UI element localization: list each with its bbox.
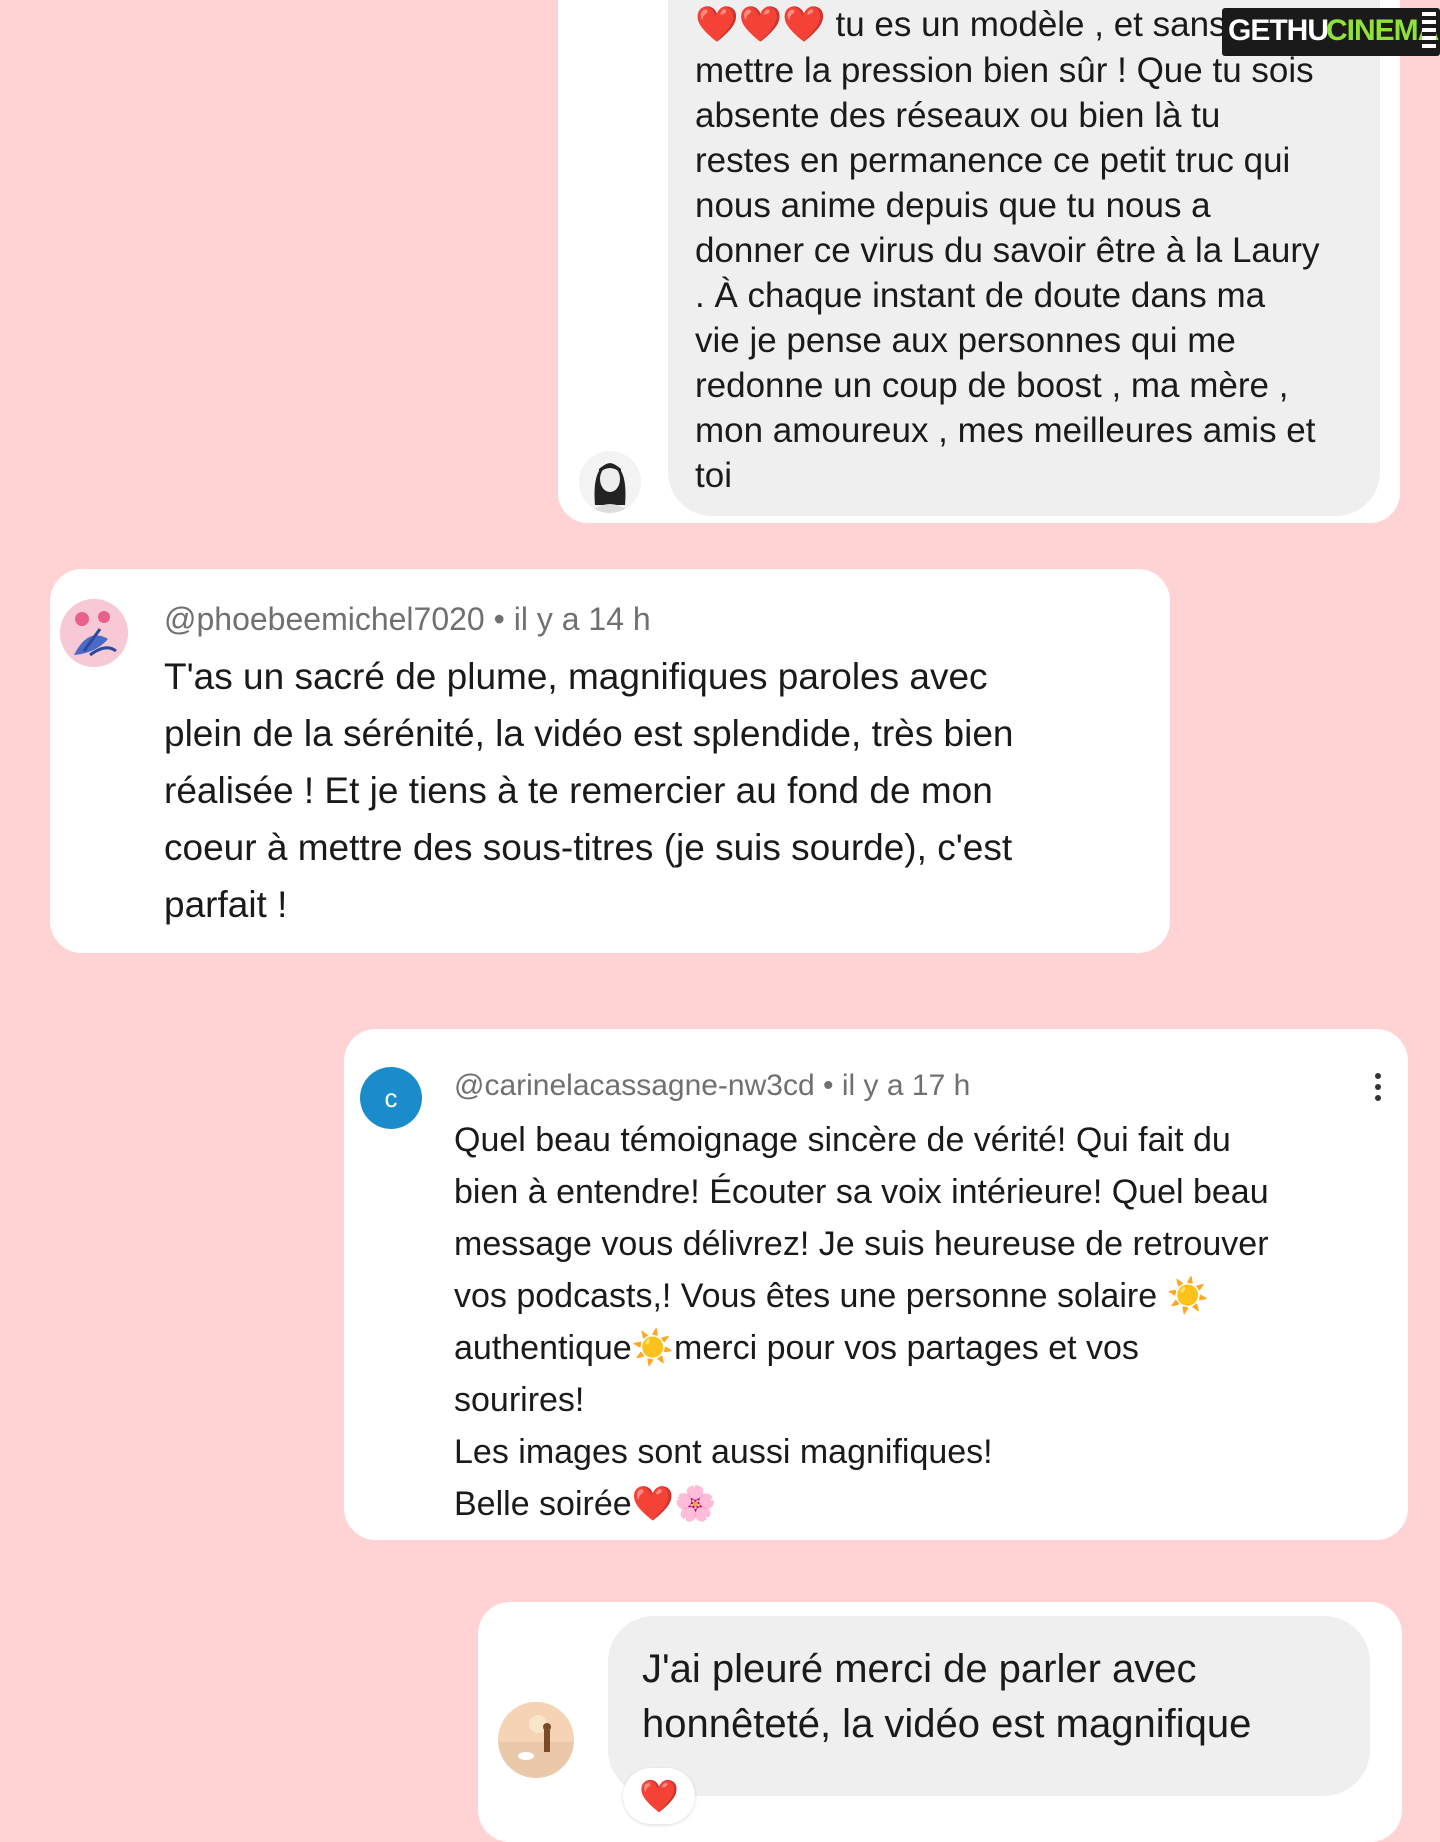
timestamp: il y a 17 h (841, 1069, 971, 1102)
flower-art-icon (60, 599, 128, 667)
comment-meta: @carinelacassagne-nw3cd • il y a 17 h (454, 1069, 970, 1103)
avatar[interactable] (60, 599, 128, 667)
comment-text: ❤️❤️❤️ tu es un modèle , et sans mettre … (695, 2, 1375, 498)
meta-separator: • (493, 601, 505, 637)
heart-reaction-badge[interactable]: ❤️ (623, 1768, 695, 1824)
watermark-text-1: GETHU (1228, 14, 1329, 47)
comment-card-1: ❤️❤️❤️ tu es un modèle , et sans mettre … (558, 0, 1400, 523)
heart-reaction: ❤️❤️❤️ (695, 5, 826, 45)
avatar[interactable] (498, 1702, 574, 1778)
username-link[interactable]: @carinelacassagne-nw3cd (454, 1069, 815, 1102)
comment-text: T'as un sacré de plume, magnifiques paro… (164, 656, 1014, 925)
comment-body: tu es un modèle , et sans mettre la pres… (695, 5, 1320, 495)
comment-meta: @phoebeemichel7020 • il y a 14 h (164, 601, 651, 638)
more-vertical-icon[interactable] (1368, 1069, 1388, 1109)
comment-card-3: c @carinelacassagne-nw3cd • il y a 17 h … (344, 1029, 1408, 1540)
comment-text: Quel beau témoignage sincère de vérité! … (454, 1121, 1269, 1523)
username-link[interactable]: @phoebeemichel7020 (164, 601, 485, 637)
portrait-icon (579, 451, 641, 513)
comment-text: J'ai pleuré merci de parler avec honnête… (642, 1647, 1252, 1746)
timestamp: il y a 14 h (513, 601, 651, 637)
comment-card-2: @phoebeemichel7020 • il y a 14 h T'as un… (50, 569, 1170, 953)
avatar[interactable] (579, 451, 641, 513)
comment-card-4: J'ai pleuré merci de parler avec honnête… (478, 1602, 1402, 1842)
avatar[interactable]: c (360, 1067, 422, 1129)
beach-photo-icon (498, 1702, 574, 1778)
film-strip-icon (1422, 12, 1436, 52)
meta-separator: • (823, 1069, 834, 1102)
watermark-logo: GETHU CINEMA (1222, 8, 1440, 56)
